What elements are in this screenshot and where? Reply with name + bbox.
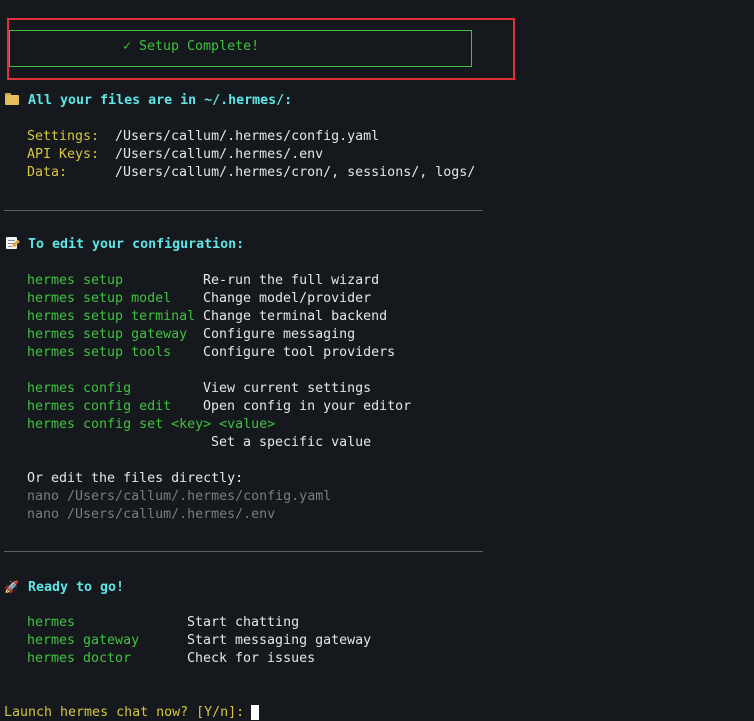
direct-edit-heading: Or edit the files directly: (27, 471, 244, 486)
nano-env-command: nano /Users/callum/.hermes/.env (27, 507, 276, 522)
command-setup-model-desc: Change model/provider (203, 291, 372, 306)
command-setup-gateway-desc: Configure messaging (203, 327, 356, 342)
setup-complete-text: ✓ Setup Complete! (123, 39, 260, 54)
terminal-cursor[interactable] (251, 705, 259, 720)
files-heading-text: All your files are in ~/.hermes/: (28, 93, 293, 108)
command-hermes-desc: Start chatting (187, 615, 300, 630)
command-setup-tools: hermes setup tools (27, 345, 172, 360)
command-setup-terminal-desc: Change terminal backend (203, 309, 388, 324)
launch-prompt: Launch hermes chat now? [Y/n]: (4, 705, 253, 720)
files-heading: All your files are in ~/.hermes/: (4, 92, 292, 110)
command-setup-terminal: hermes setup terminal (27, 309, 196, 324)
data-label: Data: (27, 165, 68, 180)
memo-icon (4, 236, 20, 250)
command-doctor: hermes doctor (27, 651, 132, 666)
ready-heading-text: Ready to go! (28, 580, 125, 595)
api-keys-path: /Users/callum/.hermes/.env (115, 147, 324, 162)
folder-icon (4, 92, 20, 106)
command-gateway: hermes gateway (27, 633, 140, 648)
settings-path: /Users/callum/.hermes/config.yaml (115, 129, 380, 144)
settings-label: Settings: (27, 129, 100, 144)
command-hermes: hermes (27, 615, 76, 630)
command-config-desc: View current settings (203, 381, 372, 396)
command-config-set: hermes config set <key> <value> (27, 417, 276, 432)
command-config-edit: hermes config edit (27, 399, 172, 414)
edit-heading-text: To edit your configuration: (28, 237, 245, 252)
command-setup-gateway: hermes setup gateway (27, 327, 188, 342)
command-config-set-desc: Set a specific value (211, 435, 372, 450)
command-config: hermes config (27, 381, 132, 396)
command-setup: hermes setup (27, 273, 124, 288)
nano-config-command: nano /Users/callum/.hermes/config.yaml (27, 489, 332, 504)
data-path: /Users/callum/.hermes/cron/, sessions/, … (115, 165, 476, 180)
command-setup-desc: Re-run the full wizard (203, 273, 380, 288)
command-doctor-desc: Check for issues (187, 651, 316, 666)
divider (4, 210, 483, 211)
edit-heading: To edit your configuration: (4, 236, 244, 254)
api-keys-label: API Keys: (27, 147, 100, 162)
command-setup-tools-desc: Configure tool providers (203, 345, 396, 360)
ready-heading: 🚀 Ready to go! (4, 578, 124, 597)
command-setup-model: hermes setup model (27, 291, 172, 306)
command-config-edit-desc: Open config in your editor (203, 399, 412, 414)
divider (4, 551, 483, 552)
command-gateway-desc: Start messaging gateway (187, 633, 372, 648)
rocket-icon: 🚀 (4, 580, 19, 594)
